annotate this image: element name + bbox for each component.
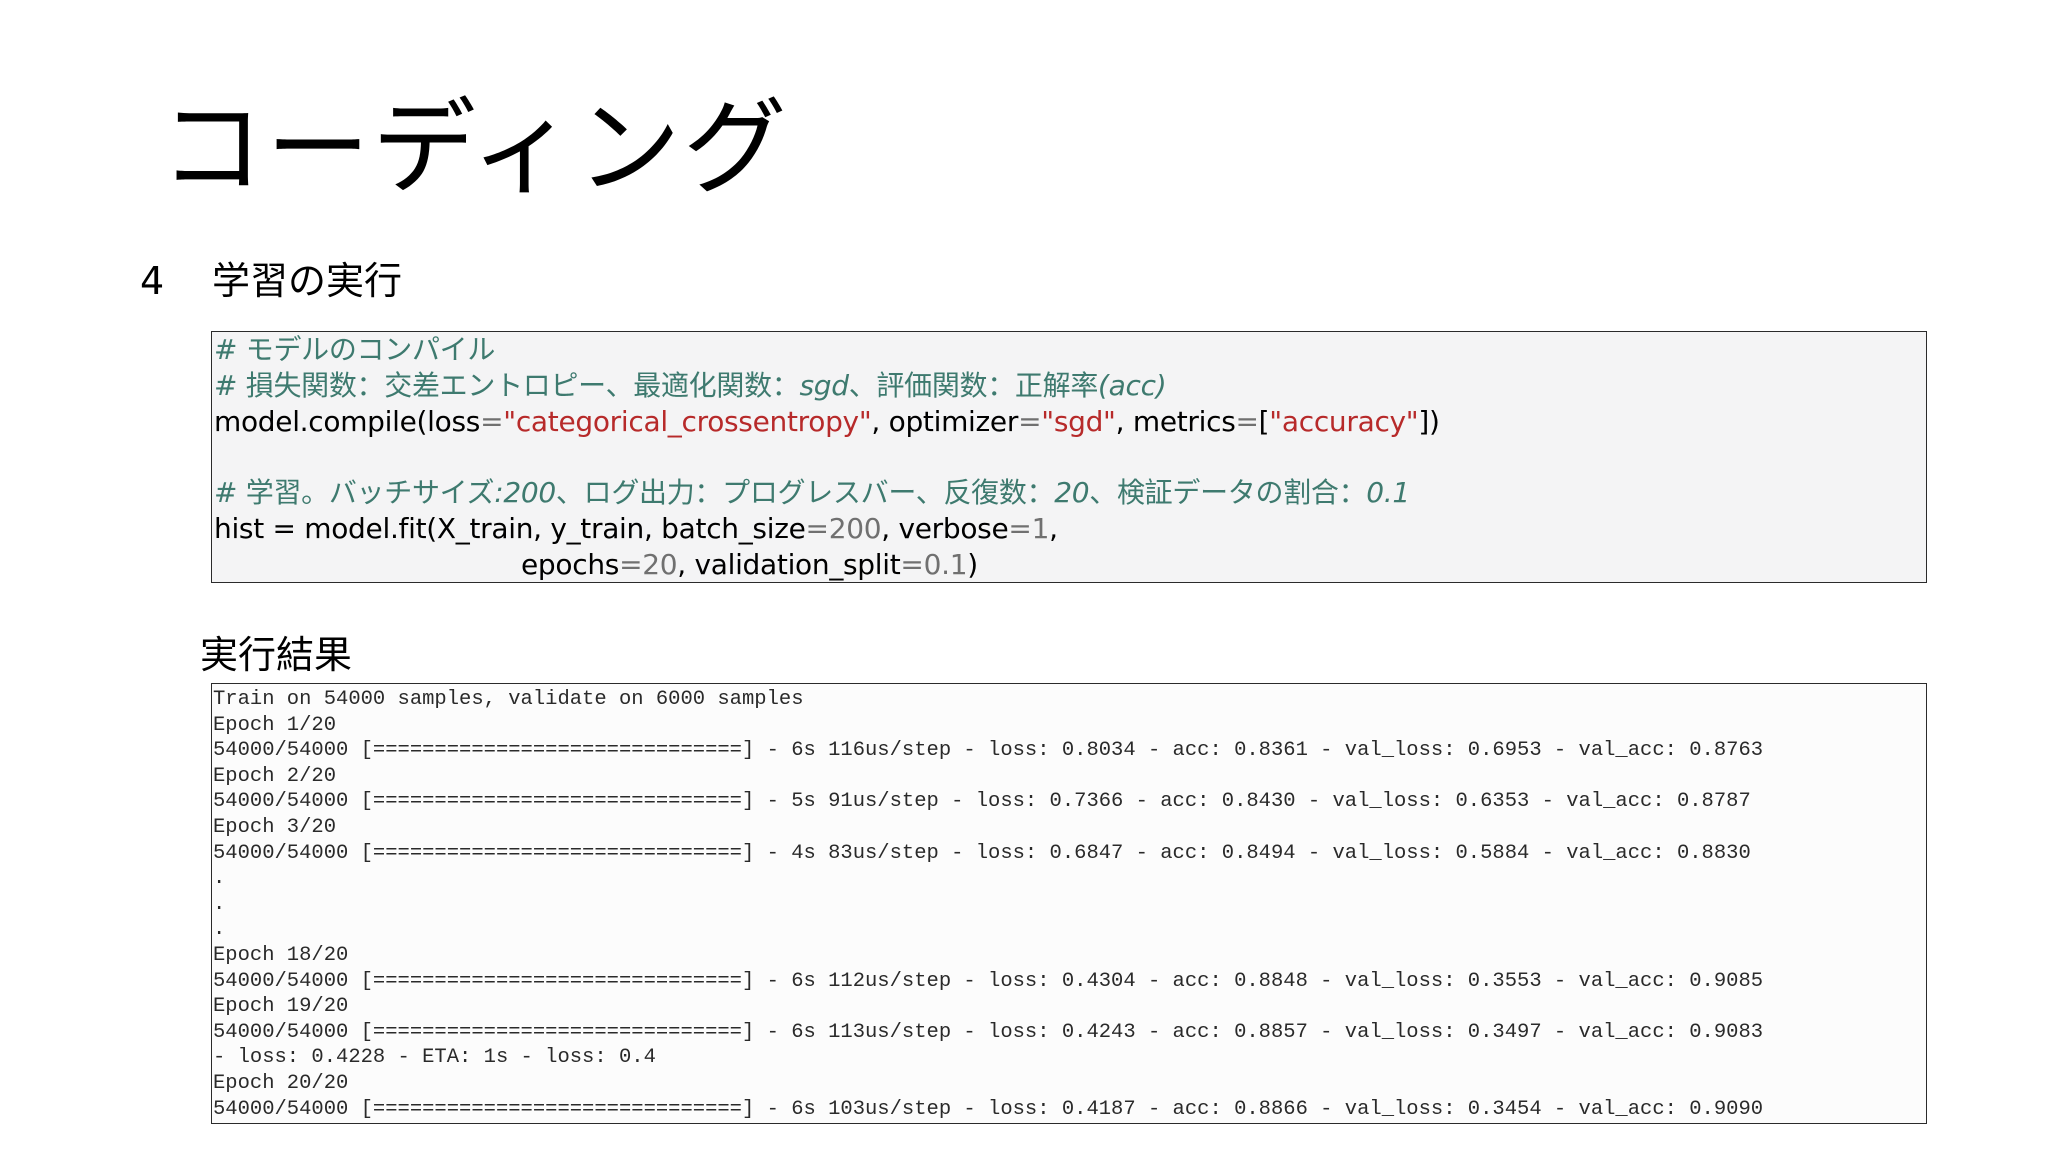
code-comment-fit: # 学習。バッチサイズ:200、ログ出力：プログレスバー、反復数：20、検証デー… bbox=[212, 475, 1926, 511]
comment-text: # 損失関数：交差エントロピー、最適化関数： bbox=[214, 369, 800, 402]
output-line: Epoch 20/20 bbox=[213, 1071, 349, 1095]
output-line: Train on 54000 samples, validate on 6000… bbox=[213, 688, 804, 711]
section-number: 4 bbox=[140, 259, 165, 303]
output-line: Epoch 19/20 bbox=[213, 995, 349, 1019]
code-operator: = bbox=[1235, 405, 1259, 438]
output-line: 54000/54000 [===========================… bbox=[213, 739, 1764, 763]
code-fit-line: hist = model.fit(X_train, y_train, batch… bbox=[212, 511, 1926, 547]
code-number: 200 bbox=[828, 512, 882, 545]
code-operator: = bbox=[805, 512, 829, 545]
code-operator: = bbox=[900, 548, 924, 581]
comment-italic: 20 bbox=[1054, 476, 1090, 509]
code-comment-compile: # モデルのコンパイル bbox=[214, 333, 496, 366]
output-line: 54000/54000 [===========================… bbox=[213, 969, 1764, 993]
output-line: Epoch 1/20 bbox=[213, 713, 337, 737]
code-operator: = bbox=[480, 405, 504, 438]
code-number: 0.1 bbox=[923, 548, 968, 581]
code-number: 20 bbox=[642, 548, 678, 581]
comment-text: 、ログ出力：プログレスバー、反復数： bbox=[555, 476, 1055, 509]
code-string: "categorical_crossentropy" bbox=[503, 405, 872, 438]
comment-italic: :200 bbox=[494, 476, 556, 509]
code-string: "sgd" bbox=[1041, 405, 1116, 438]
code-compile-line: model.compile(loss="categorical_crossent… bbox=[212, 404, 1926, 440]
output-line: 54000/54000 [===========================… bbox=[213, 790, 1751, 814]
code-text: hist = model.fit(X_train, y_train, batch… bbox=[214, 512, 806, 545]
code-text: , bbox=[1049, 512, 1058, 545]
comment-text: 、評価関数：正解率 bbox=[848, 369, 1099, 402]
comment-text: 、検証データの割合： bbox=[1089, 476, 1367, 509]
comment-italic: sgd bbox=[799, 369, 849, 402]
output-line: . bbox=[213, 892, 226, 916]
code-text: , metrics bbox=[1115, 405, 1236, 438]
result-heading: 実行結果 bbox=[200, 633, 353, 677]
output-line: 54000/54000 [===========================… bbox=[213, 1097, 1764, 1121]
code-text: epochs bbox=[521, 548, 620, 581]
code-operator: = bbox=[619, 548, 643, 581]
code-text: ) bbox=[967, 548, 978, 581]
code-comment-loss: # 損失関数：交差エントロピー、最適化関数：sgd、評価関数：正解率(acc) bbox=[212, 368, 1926, 404]
output-line: 54000/54000 [===========================… bbox=[213, 841, 1751, 865]
comment-italic: 0.1 bbox=[1366, 476, 1410, 509]
training-output: Train on 54000 samples, validate on 6000… bbox=[211, 683, 1927, 1124]
output-line: Epoch 2/20 bbox=[213, 764, 337, 788]
code-block: # モデルのコンパイル # 損失関数：交差エントロピー、最適化関数：sgd、評価… bbox=[211, 331, 1927, 583]
output-line: - loss: 0.4228 - ETA: 1s - loss: 0.4 bbox=[213, 1046, 656, 1070]
output-line: Epoch 3/20 bbox=[213, 815, 337, 839]
code-text: , verbose bbox=[881, 512, 1009, 545]
code-number: 1 bbox=[1031, 512, 1050, 545]
code-text: ]) bbox=[1418, 405, 1440, 438]
code-text: [ bbox=[1258, 405, 1270, 438]
code-text: , validation_split bbox=[677, 548, 901, 581]
comment-text: # 学習。バッチサイズ bbox=[214, 476, 495, 509]
output-line: 54000/54000 [===========================… bbox=[213, 1020, 1764, 1044]
slide-title: コーディング bbox=[160, 87, 789, 209]
comment-italic: (acc) bbox=[1098, 369, 1167, 402]
code-string: "accuracy" bbox=[1269, 405, 1419, 438]
code-operator: = bbox=[1018, 405, 1042, 438]
section-heading: 4 学習の実行 bbox=[140, 258, 402, 304]
code-operator: = bbox=[1008, 512, 1032, 545]
output-line: . bbox=[213, 867, 226, 891]
output-line: . bbox=[213, 918, 226, 942]
code-text: , optimizer bbox=[871, 405, 1019, 438]
code-text: model.compile(loss bbox=[214, 405, 481, 438]
code-fit-continuation: epochs=20, validation_split=0.1) bbox=[212, 547, 1926, 583]
output-line: Epoch 18/20 bbox=[213, 943, 349, 967]
section-label: 学習の実行 bbox=[212, 259, 403, 303]
